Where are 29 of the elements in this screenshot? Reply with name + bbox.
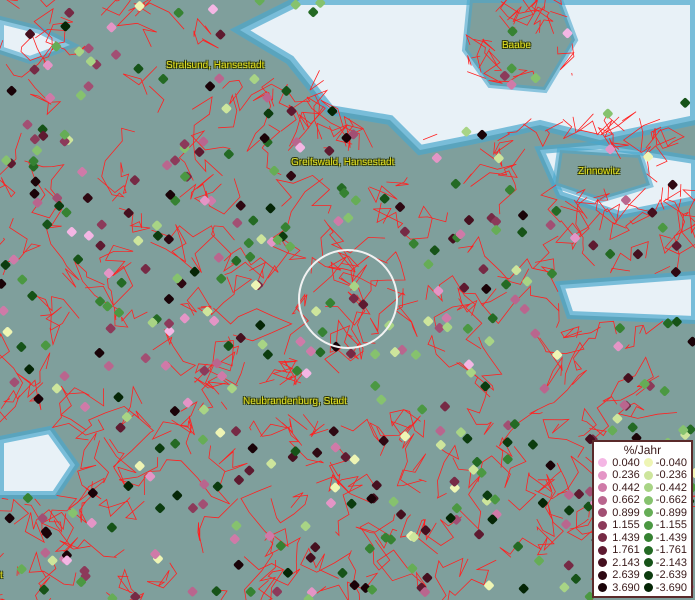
legend-value: 2.639 [611, 569, 640, 582]
legend-value: 1.761 [611, 544, 640, 556]
legend-value: -1.439 [656, 532, 687, 544]
legend-value: -0.040 [656, 456, 687, 469]
place-label: t [0, 570, 3, 581]
legend-value: -3.690 [656, 582, 687, 594]
legend-value: -1.761 [656, 544, 687, 556]
place-label: Baabe [502, 40, 531, 51]
legend-value: -0.662 [656, 494, 687, 506]
legend-value: -1.155 [656, 519, 687, 532]
legend-value: -2.143 [656, 556, 687, 569]
place-label: Neubrandenburg, Stadt [243, 396, 347, 407]
legend-value: 1.439 [611, 532, 640, 544]
legend-title: %/Jahr [622, 442, 662, 456]
legend-value: 0.236 [611, 469, 640, 482]
legend-value: 2.143 [611, 556, 640, 569]
legend-value: -0.236 [656, 469, 687, 482]
legend-value: 0.442 [611, 482, 640, 494]
place-label: Zinnowitz [578, 166, 620, 177]
place-label: Stralsund, Hansestadt [166, 60, 264, 71]
legend-value: -0.442 [656, 482, 687, 494]
legend-value: 0.899 [611, 506, 640, 519]
legend-value: 0.040 [611, 456, 640, 469]
legend-value: -0.899 [656, 506, 687, 519]
place-label: Greifswald, Hansestadt [291, 157, 394, 168]
legend-value: -2.639 [656, 569, 687, 582]
legend-value: 1.155 [611, 519, 640, 532]
legend-value: 0.662 [611, 494, 640, 506]
legend-value: 3.690 [611, 582, 640, 594]
